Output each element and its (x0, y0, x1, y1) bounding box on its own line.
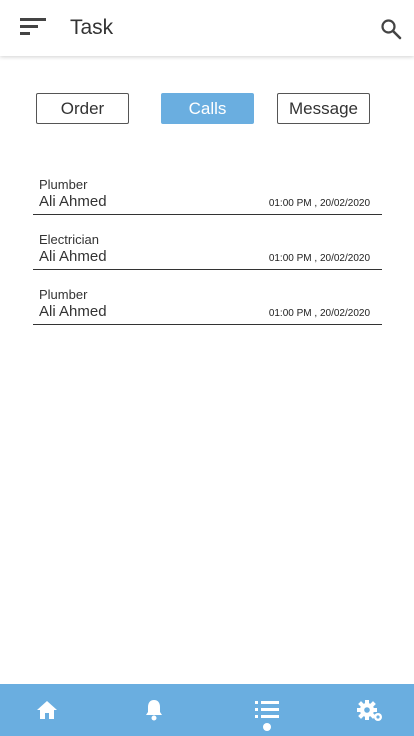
tab-bar: Order Calls Message (0, 93, 414, 124)
item-time: 01:00 PM , 20/02/2020 (268, 253, 370, 264)
item-role: Plumber (39, 287, 88, 302)
settings-icon (357, 700, 382, 721)
search-icon[interactable] (380, 18, 402, 40)
active-indicator (263, 723, 271, 731)
tab-order[interactable]: Order (36, 93, 129, 124)
tab-message[interactable]: Message (277, 93, 370, 124)
nav-home[interactable] (17, 684, 77, 736)
list-icon (255, 701, 279, 718)
item-role: Electrician (39, 232, 99, 247)
task-list: Plumber Ali Ahmed 01:00 PM , 20/02/2020 … (33, 160, 382, 325)
bell-icon (146, 700, 162, 721)
list-item[interactable]: Plumber Ali Ahmed 01:00 PM , 20/02/2020 (33, 160, 382, 215)
item-name: Ali Ahmed (39, 303, 107, 320)
bottom-nav (0, 684, 414, 736)
page-title: Task (70, 16, 114, 39)
app-header: Task (0, 0, 414, 56)
item-name: Ali Ahmed (39, 248, 107, 265)
item-name: Ali Ahmed (39, 193, 107, 210)
home-icon (37, 701, 57, 719)
list-item[interactable]: Plumber Ali Ahmed 01:00 PM , 20/02/2020 (33, 270, 382, 325)
nav-settings[interactable] (340, 684, 400, 736)
tab-calls[interactable]: Calls (161, 93, 254, 124)
list-item[interactable]: Electrician Ali Ahmed 01:00 PM , 20/02/2… (33, 215, 382, 270)
nav-notifications[interactable] (124, 684, 184, 736)
item-role: Plumber (39, 177, 88, 192)
item-time: 01:00 PM , 20/02/2020 (268, 198, 370, 209)
item-time: 01:00 PM , 20/02/2020 (268, 308, 370, 319)
menu-icon[interactable] (18, 16, 48, 38)
